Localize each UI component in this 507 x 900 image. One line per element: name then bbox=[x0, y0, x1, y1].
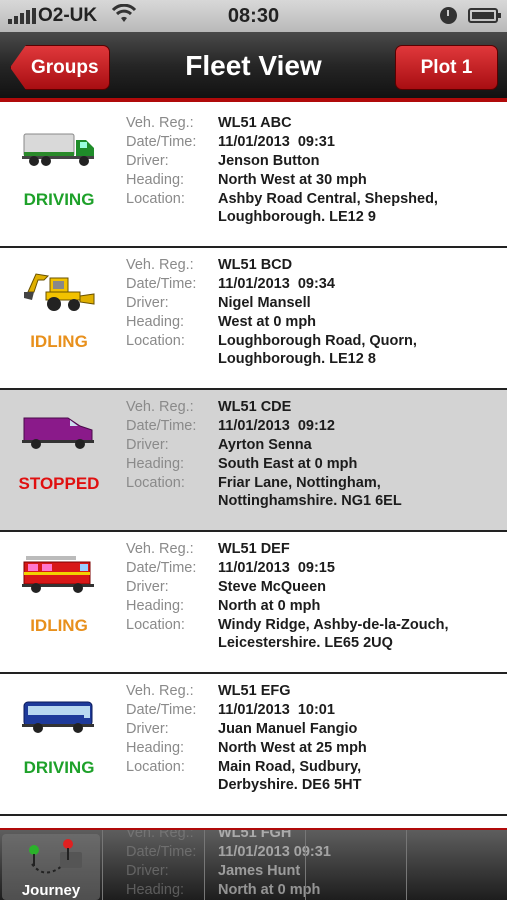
vehicle-status: DRIVING bbox=[23, 190, 95, 209]
driver-value: Steve McQueen bbox=[218, 579, 326, 595]
reg-value: WL51 EFG bbox=[218, 683, 291, 699]
datetime-label: Date/Time: bbox=[126, 560, 197, 576]
datetime-value: 11/01/2013 09:12 bbox=[218, 418, 335, 434]
reg-label: Veh. Reg.: bbox=[126, 257, 194, 273]
location-label: Location: bbox=[126, 191, 185, 207]
heading-label: Heading: bbox=[126, 314, 185, 330]
heading-label: Heading: bbox=[126, 456, 185, 472]
alarm-icon bbox=[440, 7, 457, 24]
bus-icon bbox=[0, 692, 118, 752]
digger-icon bbox=[0, 266, 118, 326]
reg-label: Veh. Reg.: bbox=[126, 541, 194, 557]
heading-value: North at 0 mph bbox=[218, 598, 321, 614]
heading-label: Heading: bbox=[126, 172, 185, 188]
datetime-value: 11/01/2013 09:34 bbox=[218, 276, 335, 292]
location-label: Location: bbox=[126, 475, 185, 491]
reg-label: Veh. Reg.: bbox=[126, 399, 194, 415]
driver-value: Ayrton Senna bbox=[218, 437, 312, 453]
vehicle-status: IDLING bbox=[30, 616, 88, 635]
driver-label: Driver: bbox=[126, 437, 169, 453]
location-value: Friar Lane, Nottingham, Nottinghamshire. … bbox=[218, 475, 402, 509]
datetime-value: 11/01/2013 10:01 bbox=[218, 702, 335, 718]
location-value: Windy Ridge, Ashby-de-la-Zouch, Leicester… bbox=[218, 617, 449, 651]
scrolled-row-ghost: Veh. Reg.: WL51 FGH Date/Time: 11/01/2013 … bbox=[126, 830, 396, 900]
heading-value: South East at 0 mph bbox=[218, 456, 358, 472]
location-value: Loughborough Road, Quorn, Loughborough. L… bbox=[218, 333, 417, 367]
heading-value: North West at 25 mph bbox=[218, 740, 367, 756]
reg-value: WL51 ABC bbox=[218, 115, 292, 131]
location-label: Location: bbox=[126, 333, 185, 349]
driver-label: Driver: bbox=[126, 295, 169, 311]
reg-label: Veh. Reg.: bbox=[126, 115, 194, 131]
clock-time: 08:30 bbox=[227, 5, 280, 27]
datetime-label: Date/Time: bbox=[126, 418, 197, 434]
datetime-value: 11/01/2013 09:15 bbox=[218, 560, 335, 576]
vehicle-row[interactable]: DRIVING Veh. Reg.: WL51 EFG Date/Time: 11/… bbox=[0, 674, 507, 816]
tab-journey-label: Journey bbox=[21, 882, 81, 899]
heading-label: Heading: bbox=[126, 598, 185, 614]
ghost-driver: James Hunt bbox=[218, 863, 301, 879]
location-label: Location: bbox=[126, 617, 185, 633]
driver-value: Juan Manuel Fangio bbox=[218, 721, 358, 737]
reg-value: WL51 BCD bbox=[218, 257, 293, 273]
ghost-datetime: 11/01/2013 09:31 bbox=[218, 844, 331, 860]
driver-value: Jenson Button bbox=[218, 153, 320, 169]
tab-bar: Veh. Reg.: WL51 FGH Date/Time: 11/01/2013 … bbox=[0, 828, 507, 900]
heading-value: West at 0 mph bbox=[218, 314, 317, 330]
vehicle-row[interactable]: IDLING Veh. Reg.: WL51 DEF Date/Time: 11/0… bbox=[0, 532, 507, 674]
location-value: Ashby Road Central, Shepshed, Loughboroug… bbox=[218, 191, 438, 225]
journey-map-icon bbox=[22, 836, 82, 887]
driver-label: Driver: bbox=[126, 721, 169, 737]
vehicle-row[interactable]: DRIVING Veh. Reg.: WL51 ABC Date/Time: 11/… bbox=[0, 106, 507, 248]
ghost-heading: North at 0 mph bbox=[218, 882, 321, 898]
reg-value: WL51 DEF bbox=[218, 541, 290, 557]
vehicle-row[interactable]: IDLING Veh. Reg.: WL51 BCD Date/Time: 11/0… bbox=[0, 248, 507, 390]
fire-engine-icon bbox=[0, 550, 118, 610]
datetime-label: Date/Time: bbox=[126, 276, 197, 292]
vehicle-list: DRIVING Veh. Reg.: WL51 ABC Date/Time: 11/… bbox=[0, 106, 507, 816]
datetime-label: Date/Time: bbox=[126, 134, 197, 150]
battery-icon bbox=[468, 8, 501, 23]
reg-label: Veh. Reg.: bbox=[126, 683, 194, 699]
driver-value: Nigel Mansell bbox=[218, 295, 311, 311]
datetime-label: Date/Time: bbox=[126, 702, 197, 718]
vehicle-status: IDLING bbox=[30, 332, 88, 351]
driver-label: Driver: bbox=[126, 579, 169, 595]
vehicle-status: DRIVING bbox=[23, 758, 95, 777]
vehicle-row[interactable]: STOPPED Veh. Reg.: WL51 CDE Date/Time: 11/… bbox=[0, 390, 507, 532]
navigation-bar: Groups Fleet View Plot 1 bbox=[0, 32, 507, 102]
plot-button[interactable]: Plot 1 bbox=[395, 45, 498, 90]
heading-label: Heading: bbox=[126, 740, 185, 756]
datetime-value: 11/01/2013 09:31 bbox=[218, 134, 335, 150]
van-icon bbox=[0, 408, 118, 468]
vehicle-status: STOPPED bbox=[18, 474, 100, 493]
ghost-reg: WL51 FGH bbox=[218, 830, 292, 841]
location-label: Location: bbox=[126, 759, 185, 775]
truck-icon bbox=[0, 124, 118, 184]
reg-value: WL51 CDE bbox=[218, 399, 292, 415]
driver-label: Driver: bbox=[126, 153, 169, 169]
heading-value: North West at 30 mph bbox=[218, 172, 367, 188]
status-bar: O2-UK 08:30 bbox=[0, 0, 507, 32]
location-value: Main Road, Sudbury, Derbyshire. DE6 5HT bbox=[218, 759, 362, 793]
